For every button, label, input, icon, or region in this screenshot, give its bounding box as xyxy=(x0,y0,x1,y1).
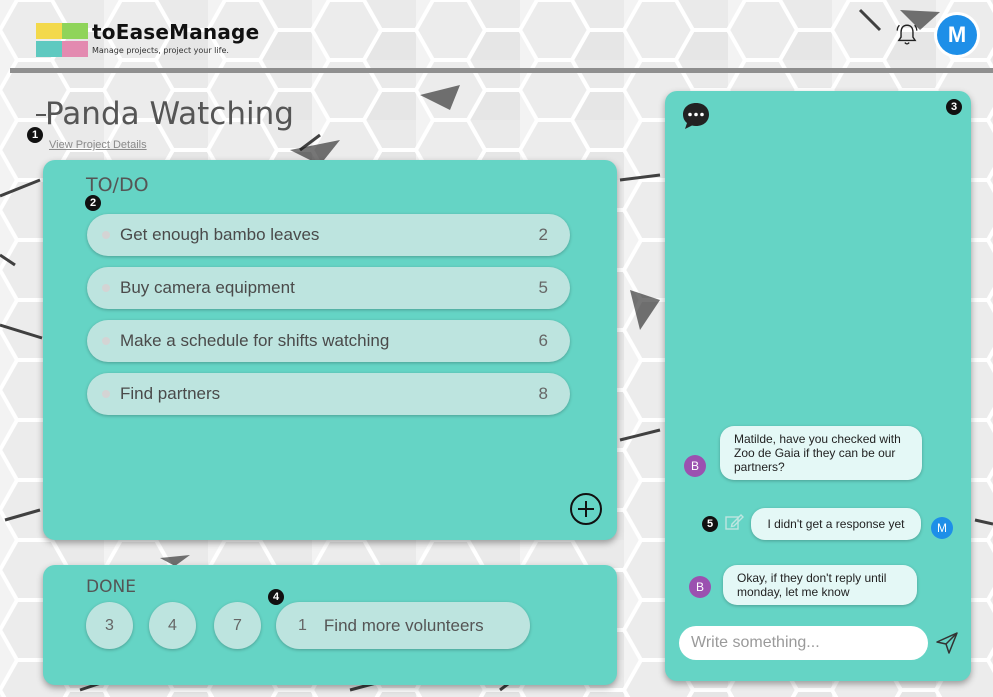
page-title: Panda Watching xyxy=(45,96,294,132)
todo-panel: TO/DO Get enough bambo leaves 2 Buy came… xyxy=(43,160,617,540)
chat-message: Matilde, have you checked with Zoo de Ga… xyxy=(720,426,922,480)
bullet-dot xyxy=(102,231,110,239)
app-header xyxy=(10,8,990,68)
todo-list: Get enough bambo leaves 2 Buy camera equ… xyxy=(87,214,570,426)
todo-heading: TO/DO xyxy=(86,174,149,196)
chat-panel: B Matilde, have you checked with Zoo de … xyxy=(665,91,971,681)
chat-bubble-icon[interactable] xyxy=(681,101,711,131)
done-chip[interactable]: 3 xyxy=(86,602,133,649)
todo-item-number: 2 xyxy=(538,225,548,244)
plus-circle-icon[interactable] xyxy=(569,492,603,526)
chat-avatar: M xyxy=(931,517,953,539)
annotation-marker-3: 3 xyxy=(946,99,962,115)
annotation-marker-1: 1 xyxy=(27,127,43,143)
todo-item[interactable]: Get enough bambo leaves 2 xyxy=(87,214,570,256)
done-chip-expanded[interactable]: 1 Find more volunteers xyxy=(276,602,530,649)
done-heading: DONE xyxy=(86,577,136,597)
todo-item[interactable]: Make a schedule for shifts watching 6 xyxy=(87,320,570,362)
todo-item-number: 5 xyxy=(538,278,548,297)
bullet-dot xyxy=(102,337,110,345)
bullet-dot xyxy=(102,284,110,292)
send-icon[interactable] xyxy=(935,631,959,655)
view-project-details-link[interactable]: View Project Details xyxy=(49,139,147,151)
chat-message: Okay, if they don't reply until monday, … xyxy=(723,565,917,605)
annotation-marker-5: 5 xyxy=(702,516,718,532)
edit-icon[interactable] xyxy=(724,512,744,532)
annotation-marker-4: 4 xyxy=(268,589,284,605)
todo-item-number: 8 xyxy=(538,384,548,403)
todo-item-label: Make a schedule for shifts watching xyxy=(120,331,390,350)
done-chip-label: Find more volunteers xyxy=(323,615,484,635)
done-chip-number: 1 xyxy=(298,616,307,634)
done-chip[interactable]: 7 xyxy=(214,602,261,649)
chat-avatar: B xyxy=(689,576,711,598)
todo-item-label: Find partners xyxy=(120,384,221,403)
done-chip[interactable]: 4 xyxy=(149,602,196,649)
chat-message-own: I didn't get a response yet xyxy=(751,508,921,540)
todo-item[interactable]: Buy camera equipment 5 xyxy=(87,267,570,309)
chat-avatar: B xyxy=(684,455,706,477)
bullet-dot xyxy=(102,390,110,398)
header-divider xyxy=(10,68,993,73)
annotation-marker-2: 2 xyxy=(85,195,101,211)
done-panel: DONE 3 4 7 1 Find more volunteers xyxy=(43,565,617,685)
todo-item-label: Get enough bambo leaves xyxy=(120,225,320,244)
todo-item[interactable]: Find partners 8 xyxy=(87,373,570,415)
todo-item-label: Buy camera equipment xyxy=(120,278,295,297)
chat-message-input[interactable] xyxy=(679,626,928,660)
todo-item-number: 6 xyxy=(538,331,548,350)
